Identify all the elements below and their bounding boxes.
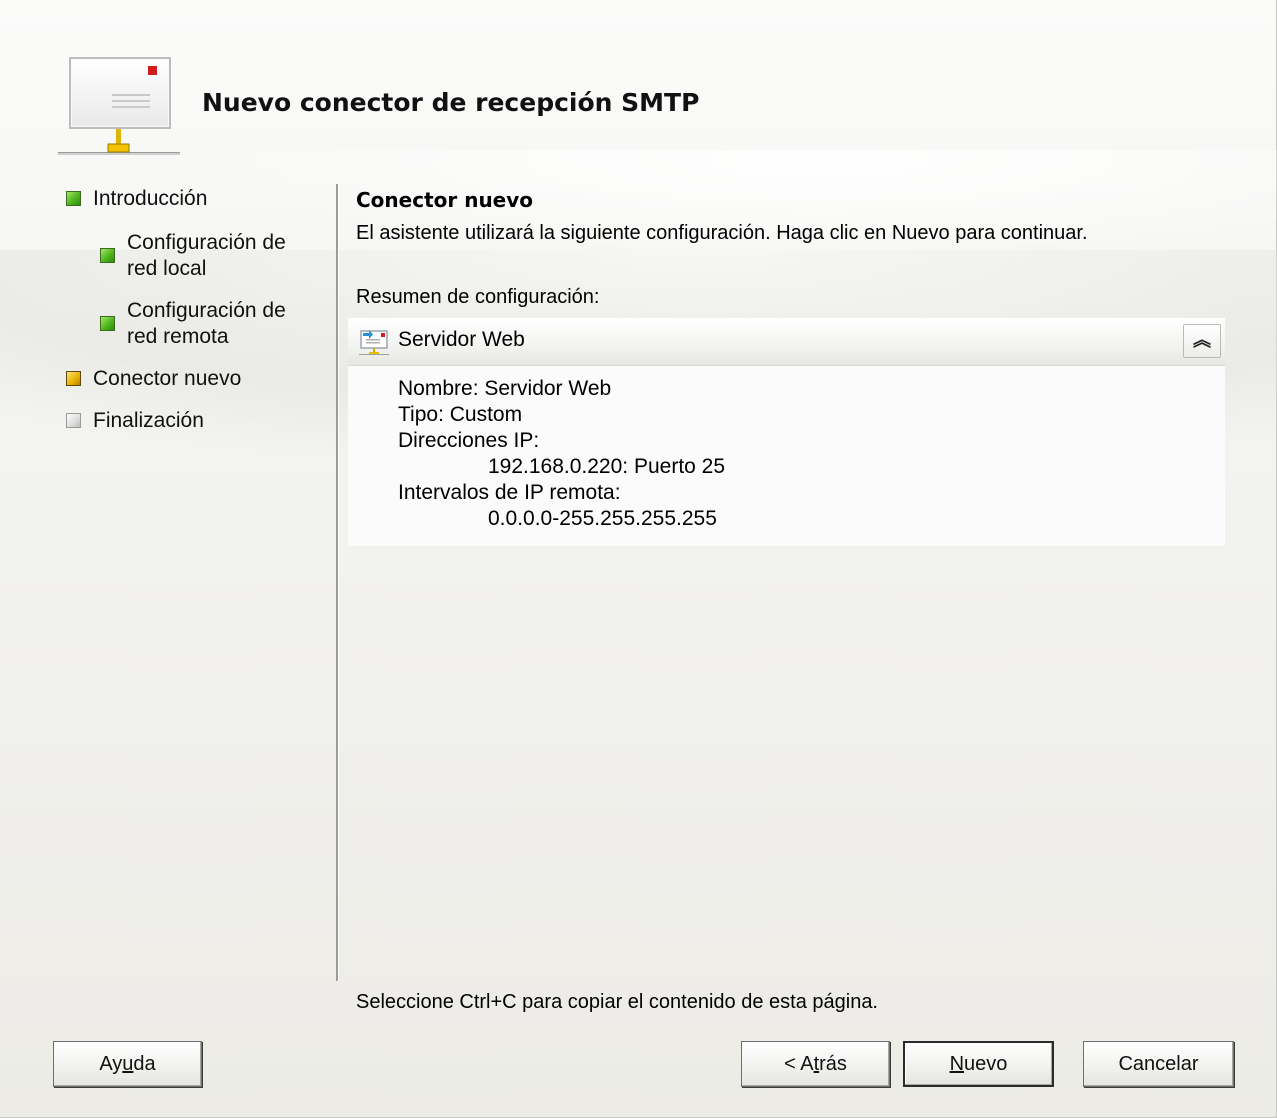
section-description: El asistente utilizará la siguiente conf… (356, 222, 1088, 244)
nav-divider (336, 184, 339, 981)
back-button[interactable]: < Atrás (741, 1041, 890, 1087)
summary-nombre: Nombre: Servidor Web (398, 377, 612, 400)
chevron-double-up-icon: ︽ (1193, 330, 1211, 350)
summary-tipo: Tipo: Custom (398, 403, 523, 426)
step-completed-icon (66, 191, 81, 206)
step-label: Configuración de red local (127, 231, 286, 280)
step-finalizacion: Finalización (66, 408, 204, 434)
summary-intervalos-label: Intervalos de IP remota: (398, 481, 621, 504)
step-label: Finalización (93, 409, 204, 432)
summary-panel-body: Nombre: Servidor Web Tipo: Custom Direcc… (348, 366, 1225, 546)
summary-direccion-ip: 192.168.0.220: Puerto 25 (488, 455, 726, 478)
summary-intervalo-ip: 0.0.0.0-255.255.255.255 (488, 507, 717, 530)
summary-panel-header[interactable]: Servidor Web ︽ (348, 318, 1225, 366)
step-pending-icon (66, 413, 81, 428)
wizard-title: Nuevo conector de recepción SMTP (202, 88, 700, 117)
step-label: Introducción (93, 187, 208, 210)
step-current-icon (66, 371, 81, 386)
smtp-connector-icon (58, 57, 180, 155)
receive-connector-icon (359, 330, 389, 355)
step-introduccion: Introducción (66, 186, 207, 212)
step-configuracion-red-local: Configuración de red local (100, 230, 286, 282)
cancel-button[interactable]: Cancelar (1083, 1041, 1234, 1087)
step-conector-nuevo: Conector nuevo (66, 366, 241, 392)
summary-label: Resumen de configuración: (356, 286, 600, 308)
step-configuracion-red-remota: Configuración de red remota (100, 298, 286, 350)
summary-panel-title: Servidor Web (398, 328, 525, 351)
step-completed-icon (100, 248, 115, 263)
section-title: Conector nuevo (356, 188, 534, 212)
step-completed-icon (100, 316, 115, 331)
step-label: Configuración de red remota (127, 299, 286, 348)
collapse-panel-button[interactable]: ︽ (1183, 324, 1221, 358)
step-label: Conector nuevo (93, 367, 242, 390)
new-button[interactable]: Nuevo (903, 1041, 1054, 1087)
wizard-dialog: Nuevo conector de recepción SMTP Introdu… (0, 0, 1277, 1118)
help-button[interactable]: Ayuda (53, 1041, 202, 1087)
summary-direcciones-label: Direcciones IP: (398, 429, 540, 452)
copy-hint: Seleccione Ctrl+C para copiar el conteni… (356, 991, 878, 1013)
